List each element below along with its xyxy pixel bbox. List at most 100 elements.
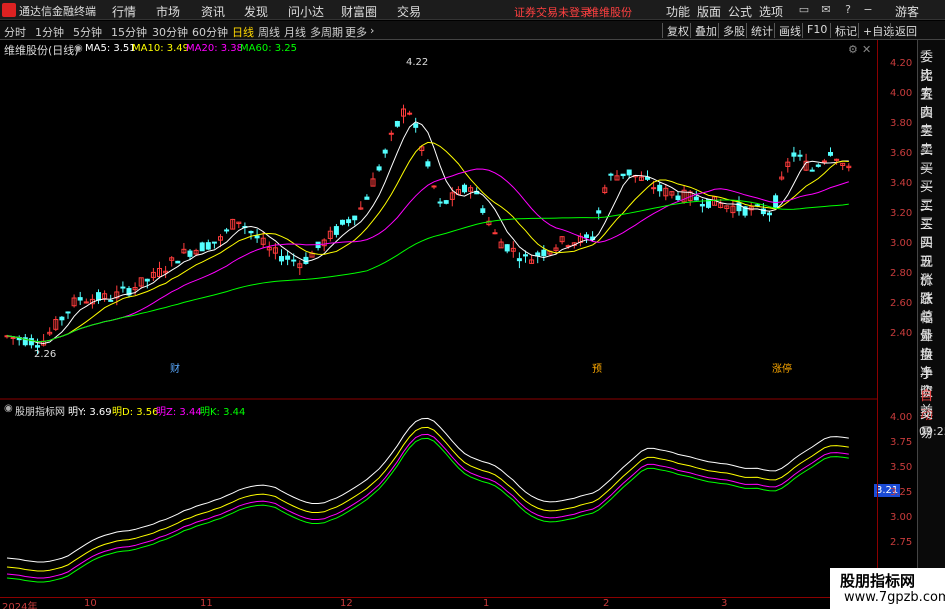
event-marker-yu[interactable]: 预 <box>592 360 602 375</box>
user-guest[interactable]: 游客 <box>895 3 919 20</box>
candle-body[interactable] <box>291 259 297 262</box>
period-30min[interactable]: 30分钟 <box>152 24 188 40</box>
candle-body[interactable] <box>791 152 797 157</box>
menu-gongneng[interactable]: 功能 <box>666 3 690 20</box>
candle-body[interactable] <box>815 164 821 167</box>
candle-body[interactable] <box>35 345 40 348</box>
kline-svg[interactable] <box>0 40 877 400</box>
candle-body[interactable] <box>388 132 394 135</box>
candle-body[interactable] <box>608 173 614 176</box>
help-icon[interactable]: ? <box>840 3 856 16</box>
candle-body[interactable] <box>797 154 803 157</box>
candle-body[interactable] <box>523 254 528 257</box>
candle-body[interactable] <box>382 149 388 154</box>
candle-body[interactable] <box>376 166 382 171</box>
candle-body[interactable] <box>144 278 150 282</box>
period-5min[interactable]: 5分钟 <box>73 24 102 40</box>
btn-diejia[interactable]: 叠加 <box>690 23 717 38</box>
menu-hangqing[interactable]: 行情 <box>112 3 136 20</box>
period-15min[interactable]: 15分钟 <box>111 24 147 40</box>
candle-body[interactable] <box>77 297 83 301</box>
indicator-name[interactable]: 股朋指标网 <box>15 403 65 418</box>
candle-body[interactable] <box>645 176 650 180</box>
candle-body[interactable] <box>699 203 705 207</box>
event-marker-zhangting[interactable]: 涨停 <box>772 360 792 375</box>
candle-body[interactable] <box>10 336 16 339</box>
candle-body[interactable] <box>657 184 663 192</box>
period-more[interactable]: 更多 <box>345 24 367 40</box>
candle-body[interactable] <box>828 151 833 156</box>
candle-body[interactable] <box>821 160 827 163</box>
candle-body[interactable] <box>199 242 205 252</box>
candle-body[interactable] <box>352 215 358 221</box>
menu-xuanxiang[interactable]: 选项 <box>759 3 783 20</box>
candle-body[interactable] <box>211 241 217 244</box>
candle-body[interactable] <box>175 260 181 264</box>
btn-zixuan[interactable]: +自选 <box>858 23 894 38</box>
btn-biaoji[interactable]: 标记 <box>830 23 857 38</box>
candle-body[interactable] <box>413 123 419 128</box>
menu-faxian[interactable]: 发现 <box>244 3 268 20</box>
candle-body[interactable] <box>754 204 760 207</box>
indicator-toggle-icon[interactable]: ◉ <box>4 403 13 414</box>
period-fenshi[interactable]: 分时 <box>4 24 26 40</box>
menu-shichang[interactable]: 市场 <box>156 3 180 20</box>
candle-body[interactable] <box>693 196 699 201</box>
btn-fanhui[interactable]: 返回 <box>890 23 917 38</box>
candle-body[interactable] <box>28 338 34 346</box>
ma-toggle-icon[interactable]: ◉ <box>74 43 83 54</box>
candle-body[interactable] <box>626 169 632 176</box>
minimize-icon[interactable]: − <box>860 3 876 16</box>
candle-body[interactable] <box>620 173 626 177</box>
candle-body[interactable] <box>767 212 772 216</box>
candle-body[interactable] <box>431 185 437 188</box>
menu-banmian[interactable]: 版面 <box>697 3 721 20</box>
menu-jiaoyi[interactable]: 交易 <box>397 3 421 20</box>
candle-body[interactable] <box>333 226 339 235</box>
candle-body[interactable] <box>425 161 431 167</box>
candle-body[interactable] <box>340 219 345 225</box>
btn-fuquan[interactable]: 复权 <box>662 23 689 38</box>
indicator-chart[interactable]: ◉ 股朋指标网 明Y: 3.69 明D: 3.56 明Z: 3.44 明K: 3… <box>0 400 877 597</box>
candle-body[interactable] <box>596 210 602 214</box>
candle-body[interactable] <box>108 299 114 302</box>
chevron-right-icon[interactable]: › <box>370 24 374 37</box>
candle-body[interactable] <box>65 311 71 314</box>
period-daily[interactable]: 日线 <box>232 24 254 40</box>
period-weekly[interactable]: 周线 <box>258 24 280 40</box>
period-monthly[interactable]: 月线 <box>284 24 306 40</box>
btn-huaxian[interactable]: 画线 <box>774 23 801 38</box>
candle-body[interactable] <box>516 258 522 262</box>
candle-body[interactable] <box>437 201 443 204</box>
close-icon[interactable]: ✕ <box>862 43 871 56</box>
candle-body[interactable] <box>187 250 193 257</box>
login-notice[interactable]: 证券交易未登录 <box>514 4 591 20</box>
candle-body[interactable] <box>205 242 211 250</box>
mail-icon[interactable]: ✉ <box>818 3 834 16</box>
period-1min[interactable]: 1分钟 <box>35 24 64 40</box>
candle-body[interactable] <box>504 244 510 252</box>
settings-icon[interactable]: ⚙ <box>848 43 858 56</box>
candle-body[interactable] <box>254 235 260 239</box>
candle-body[interactable] <box>675 195 681 201</box>
period-60min[interactable]: 60分钟 <box>192 24 228 40</box>
period-multi[interactable]: 多周期 <box>310 24 343 40</box>
candle-body[interactable] <box>541 249 547 257</box>
candle-body[interactable] <box>773 195 779 208</box>
candle-body[interactable] <box>346 219 352 224</box>
btn-tongji[interactable]: 统计 <box>746 23 773 38</box>
candle-body[interactable] <box>96 292 101 301</box>
menu-gongshi[interactable]: 公式 <box>728 3 752 20</box>
candle-body[interactable] <box>285 255 291 260</box>
candle-body[interactable] <box>279 256 284 262</box>
candle-body[interactable] <box>407 112 413 115</box>
candle-body[interactable] <box>120 286 126 289</box>
menu-zixun[interactable]: 资讯 <box>201 3 225 20</box>
indicator-svg[interactable] <box>0 400 877 597</box>
candle-body[interactable] <box>443 200 449 204</box>
candle-body[interactable] <box>480 208 486 213</box>
candle-body[interactable] <box>364 196 370 200</box>
kline-chart[interactable]: 维维股份(日线) ◉ MA5: 3.51 MA10: 3.49 MA20: 3.… <box>0 40 877 400</box>
candle-body[interactable] <box>394 120 400 127</box>
btn-duogu[interactable]: 多股 <box>718 23 745 38</box>
